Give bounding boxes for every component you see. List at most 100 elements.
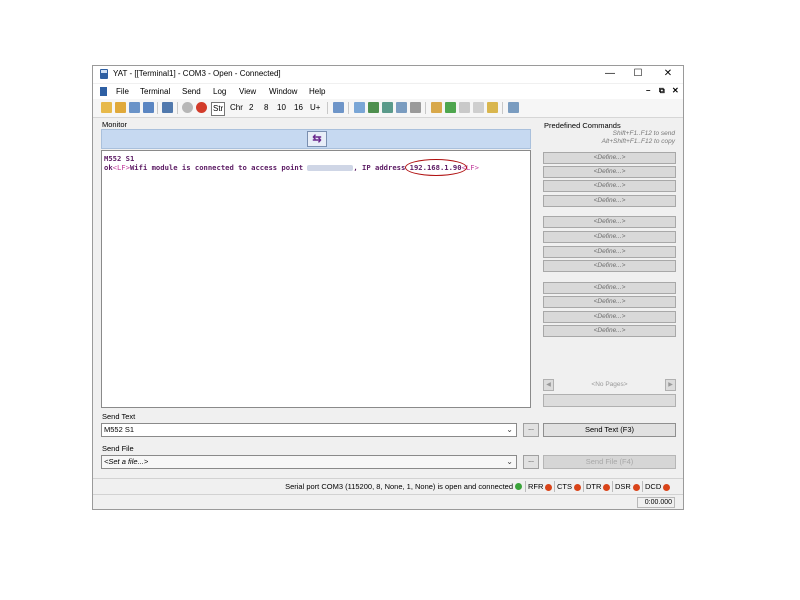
monitor-pane[interactable]: M552 S1 ok<LF>Wifi module is connected t…: [101, 150, 531, 408]
log-clear-icon[interactable]: [473, 102, 484, 113]
title-bar: YAT - [[Terminal1] - COM3 - Open - Conne…: [93, 66, 683, 83]
save-icon[interactable]: [129, 102, 140, 113]
send-file-button[interactable]: Send File (F4): [543, 455, 676, 469]
define-command-button[interactable]: <Define...>: [543, 260, 676, 272]
connection-led-icon: [515, 483, 522, 490]
open-folder-icon[interactable]: [115, 102, 126, 113]
minimize-button[interactable]: —: [596, 67, 624, 81]
window-title: YAT - [[Terminal1] - COM3 - Open - Conne…: [113, 69, 281, 78]
send-text-options-button[interactable]: ...: [523, 423, 539, 437]
rx-message-text: Wifi module is connected to access point: [129, 163, 308, 172]
monitor-line: M552 S1: [104, 154, 135, 163]
send-text-input[interactable]: M552 S1 ⌄: [101, 423, 517, 437]
define-command-button[interactable]: <Define...>: [543, 325, 676, 337]
send-text-label: Send Text: [102, 412, 136, 421]
log-off-icon[interactable]: [459, 102, 470, 113]
menu-file[interactable]: File: [116, 87, 129, 96]
save-all-icon[interactable]: [143, 102, 154, 113]
chart-icon[interactable]: [508, 102, 519, 113]
define-command-button[interactable]: <Define...>: [543, 231, 676, 243]
page-select[interactable]: [543, 394, 676, 407]
rx-ip-label: , IP address: [353, 163, 410, 172]
chevron-down-icon[interactable]: ⌄: [506, 456, 513, 468]
dsr-label: DSR: [615, 482, 631, 491]
monitor-tx-icon[interactable]: [354, 102, 365, 113]
define-command-button[interactable]: <Define...>: [543, 216, 676, 228]
clear-monitor-icon[interactable]: [396, 102, 407, 113]
define-command-button[interactable]: <Define...>: [543, 311, 676, 323]
define-command-button[interactable]: <Define...>: [543, 296, 676, 308]
radix-string-button[interactable]: Str: [211, 102, 226, 116]
define-command-button[interactable]: <Define...>: [543, 180, 676, 192]
radix-char-button[interactable]: Chr: [230, 102, 243, 114]
menu-window[interactable]: Window: [269, 87, 297, 96]
menu-help[interactable]: Help: [309, 87, 325, 96]
send-icon[interactable]: [333, 102, 344, 113]
predefined-send-hint: Shift+F1..F12 to send: [612, 130, 675, 137]
menu-terminal[interactable]: Terminal: [140, 87, 170, 96]
dtr-indicator[interactable]: DTR: [583, 481, 611, 492]
radix-dec-button[interactable]: 10: [277, 102, 286, 114]
redacted-ssid: [307, 165, 354, 171]
mdi-minimize-icon[interactable]: –: [646, 86, 650, 95]
send-file-value: <Set a file...>: [104, 457, 149, 466]
next-page-icon[interactable]: ▶: [665, 379, 676, 391]
open-port-icon[interactable]: [182, 102, 193, 113]
send-text-button[interactable]: Send Text (F3): [543, 423, 676, 437]
close-button[interactable]: ✕: [654, 67, 682, 81]
terminal-settings-icon[interactable]: [162, 102, 173, 113]
send-file-browse-button[interactable]: ...: [523, 455, 539, 469]
radix-bin-button[interactable]: 2: [249, 102, 253, 114]
dtr-led-icon: [603, 483, 611, 491]
cts-led-icon: [574, 483, 581, 491]
menu-view[interactable]: View: [239, 87, 256, 96]
radix-hex-button[interactable]: 16: [294, 102, 303, 114]
mdi-restore-icon[interactable]: ⧉: [659, 86, 665, 96]
predefined-copy-hint: Alt+Shift+F1..F12 to copy: [601, 138, 675, 145]
menu-send[interactable]: Send: [182, 87, 201, 96]
document-icon[interactable]: [100, 87, 107, 96]
define-command-button[interactable]: <Define...>: [543, 166, 676, 178]
rfr-indicator[interactable]: RFR: [525, 481, 553, 492]
print-icon[interactable]: [410, 102, 421, 113]
new-terminal-icon[interactable]: [101, 102, 112, 113]
close-port-icon[interactable]: [196, 102, 207, 113]
define-command-button[interactable]: <Define...>: [543, 152, 676, 164]
connect-timer: 0:00.000: [637, 497, 675, 508]
log-on-icon[interactable]: [445, 102, 456, 113]
define-command-button[interactable]: <Define...>: [543, 195, 676, 207]
toolbar-separator: [157, 102, 158, 114]
mdi-close-icon[interactable]: ✕: [672, 86, 679, 95]
menu-log[interactable]: Log: [213, 87, 226, 96]
chevron-down-icon[interactable]: ⌄: [506, 424, 513, 436]
toolbar-separator: [177, 102, 178, 114]
swap-direction-icon[interactable]: ⇆: [307, 131, 327, 147]
predefined-commands-label: Predefined Commands: [544, 121, 621, 130]
dcd-label: DCD: [645, 482, 662, 491]
rfr-led-icon: [545, 483, 553, 491]
toolbar-separator: [502, 102, 503, 114]
radix-unicode-button[interactable]: U+: [310, 102, 320, 114]
define-command-button[interactable]: <Define...>: [543, 282, 676, 294]
cts-label: CTS: [557, 482, 572, 491]
find-icon[interactable]: [487, 102, 498, 113]
monitor-bidir-icon[interactable]: [368, 102, 379, 113]
monitor-label: Monitor: [102, 120, 128, 129]
send-file-input[interactable]: <Set a file...> ⌄: [101, 455, 517, 469]
status-bar: Serial port COM3 (115200, 8, None, 1, No…: [93, 478, 683, 494]
define-command-button[interactable]: <Define...>: [543, 246, 676, 258]
monitor-rx-icon[interactable]: [382, 102, 393, 113]
no-pages-label: <No Pages>: [591, 381, 628, 388]
toolbar-separator: [327, 102, 328, 114]
send-text-value: M552 S1: [104, 425, 135, 434]
cts-indicator: CTS: [554, 481, 581, 492]
rx-ok-text: ok: [104, 163, 113, 172]
maximize-button[interactable]: ☐: [624, 67, 652, 81]
app-icon: [100, 69, 108, 79]
toolbar: Str Chr 2 8 10 16 U+: [93, 99, 683, 118]
radix-oct-button[interactable]: 8: [264, 102, 268, 114]
send-file-label: Send File: [102, 444, 134, 453]
log-edit-icon[interactable]: [431, 102, 442, 113]
control-char-lf: <LF>: [112, 163, 130, 172]
dcd-led-icon: [663, 483, 671, 491]
